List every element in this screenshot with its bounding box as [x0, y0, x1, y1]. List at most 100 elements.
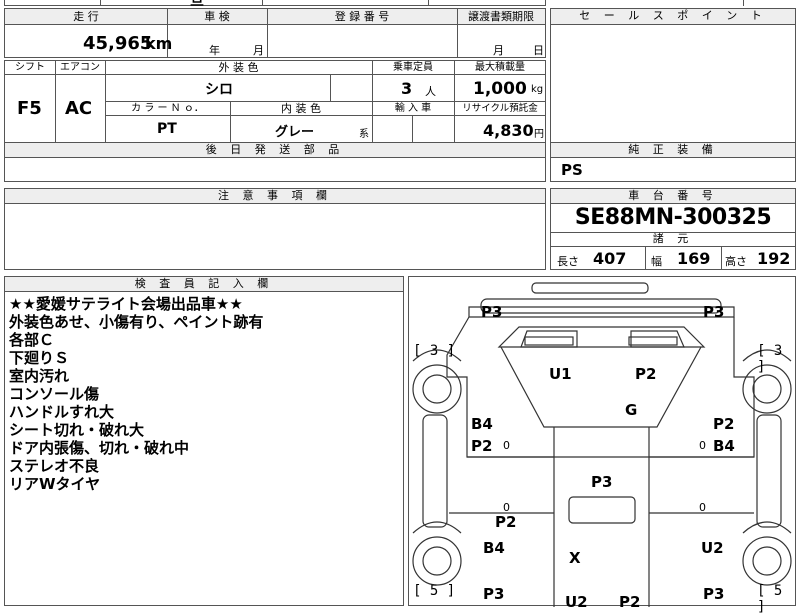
note-line: ドア内張傷、切れ・破れ中: [9, 439, 190, 457]
color-no-value: PT: [157, 121, 177, 137]
chassis-box: 車 台 番 号 SE88MN-300325 諸 元 長さ 407 幅 169 高…: [550, 188, 796, 270]
label-b4-left: B4: [471, 415, 493, 433]
capacity-label: 乗車定員: [393, 62, 433, 73]
note-line: ★★愛媛サテライト会場出品車★★: [9, 295, 243, 313]
exterior-color-label: 外 装 色: [218, 61, 259, 74]
height-value: 192: [757, 249, 791, 268]
mileage-row: 走 行 車 検 登 録 番 号 譲渡書類期限 45,965 km 年 月 月 日: [4, 8, 546, 58]
label-p2-left: P2: [471, 437, 493, 455]
label-bracket-5-right: [ 5 ]: [757, 583, 783, 615]
recycle-value: 4,830: [483, 121, 534, 140]
equipment-header: 純 正 装 備: [551, 143, 795, 158]
label-p2-front: P2: [635, 365, 657, 383]
caution-header: 注 意 事 項 欄: [5, 189, 545, 204]
transfer-deadline-label: 譲渡書類期限: [468, 10, 534, 23]
later-parts-box: 後 日 発 送 部 品: [4, 142, 546, 182]
mileage-unit: km: [145, 34, 173, 53]
max-load-value: 1,000: [473, 79, 527, 99]
sales-point-header: セ ー ル ス ポ イ ン ト: [551, 9, 795, 25]
recycle-unit: 円: [534, 129, 544, 140]
mileage-label: 走 行: [73, 10, 99, 23]
mileage-divider-2: [267, 9, 268, 57]
label-p3-bottom-right: P3: [703, 585, 725, 603]
label-zero-left: 0: [503, 439, 510, 452]
inspector-notes: ★★愛媛サテライト会場出品車★★ 外装色あせ、小傷有り、ペイント跡有 各部Ｃ 下…: [9, 295, 263, 493]
length-label: 長さ: [557, 255, 579, 268]
shift-value: F5: [17, 98, 42, 119]
length-value: 407: [593, 249, 627, 268]
label-p2-right: P2: [713, 415, 735, 433]
note-line: 外装色あせ、小傷有り、ペイント跡有: [9, 313, 264, 331]
label-zero-right-2: 0: [699, 501, 706, 514]
inspection-month-unit: 月: [253, 44, 264, 57]
aircon-value: AC: [65, 98, 93, 119]
import-label: 輸 入 車: [394, 103, 432, 114]
aircon-label: エアコン: [60, 62, 100, 73]
height-label: 高さ: [725, 255, 747, 268]
note-line: ステレオ不良: [9, 457, 100, 475]
interior-color-value: グレー: [275, 125, 315, 140]
label-p3-top-right: P3: [703, 303, 725, 321]
label-p3-top-left: P3: [481, 303, 503, 321]
label-zero-right: 0: [699, 439, 706, 452]
specs-vline-4: [330, 74, 331, 101]
label-p3-bottom-left: P3: [483, 585, 505, 603]
note-line: 室内汚れ: [9, 367, 70, 385]
sales-point-box: セ ー ル ス ポ イ ン ト: [550, 8, 796, 143]
chassis-number: SE88MN-300325: [574, 205, 772, 230]
color-no-label: カ ラ ー Ｎ ｏ．: [131, 103, 204, 114]
label-bracket-5-left: [ 5 ]: [413, 583, 456, 599]
later-parts-header: 後 日 発 送 部 品: [5, 143, 545, 158]
capacity-unit: 人: [425, 85, 436, 98]
label-g: G: [625, 401, 638, 419]
top-partial-strip: [4, 0, 546, 6]
max-load-label: 最大積載量: [475, 62, 525, 73]
specs-label: 諸 元: [652, 232, 694, 245]
vehicle-diagram: P3 P3 [ 3 ] [ 3 ] U1 P2 G B4 P2 0 P2 B4 …: [408, 276, 796, 615]
equipment-value: PS: [561, 161, 583, 179]
label-b4-left-lower: B4: [483, 539, 505, 557]
inspection-label: 車 検: [204, 10, 230, 23]
truck-outline-diagram: [412, 282, 792, 607]
mileage-value: 45,965: [83, 33, 153, 54]
label-p2-lower: P2: [495, 513, 517, 531]
transfer-month-unit: 月: [493, 44, 504, 57]
specs-vline-6: [412, 115, 413, 142]
width-value: 169: [677, 249, 711, 268]
chassis-header: 車 台 番 号: [551, 189, 795, 204]
label-u2-bottom: U2: [565, 593, 588, 611]
label-bracket-3-left: [ 3 ]: [413, 343, 456, 359]
chassis-vline-2: [721, 246, 722, 269]
label-b4-right: B4: [713, 437, 735, 455]
interior-color-suffix: 系: [359, 129, 369, 140]
exterior-color-value: シロ: [205, 82, 233, 98]
top-divider-4: [743, 0, 744, 6]
interior-color-label: 内 装 色: [281, 102, 321, 115]
note-line: 各部Ｃ: [9, 331, 55, 349]
equipment-box: 純 正 装 備 PS: [550, 142, 796, 182]
note-line: 下廻りＳ: [9, 349, 70, 367]
label-u2-right: U2: [701, 539, 724, 557]
transfer-day-unit: 日: [533, 44, 544, 57]
label-u1: U1: [549, 365, 572, 383]
mileage-divider-3: [457, 9, 458, 57]
capacity-value: 3: [401, 79, 413, 98]
inspection-year-unit: 年: [209, 44, 220, 57]
label-bracket-3-right: [ 3 ]: [757, 343, 783, 375]
inspector-header: 検 査 員 記 入 欄: [5, 277, 403, 292]
inspector-box: 検 査 員 記 入 欄 ★★愛媛サテライト会場出品車★★ 外装色あせ、小傷有り、…: [4, 276, 404, 606]
specs-block: シフト エアコン 外 装 色 乗車定員 最大積載量 F5 AC シロ 3 人 1…: [4, 60, 546, 143]
chassis-vline-1: [645, 246, 646, 269]
note-line: リアWタイヤ: [9, 475, 101, 493]
label-p3-middle: P3: [591, 473, 613, 491]
registration-label: 登 録 番 号: [334, 10, 390, 23]
note-line: シート切れ・破れ大: [9, 421, 145, 439]
note-line: コンソール傷: [9, 385, 100, 403]
chassis-hline-2: [551, 246, 795, 247]
note-line: ハンドルすれ大: [9, 403, 115, 421]
shift-label: シフト: [15, 62, 45, 73]
label-x: X: [569, 549, 581, 567]
top-divider-2: [262, 0, 263, 6]
top-divider-1: [100, 0, 101, 6]
caution-box: 注 意 事 項 欄: [4, 188, 546, 270]
